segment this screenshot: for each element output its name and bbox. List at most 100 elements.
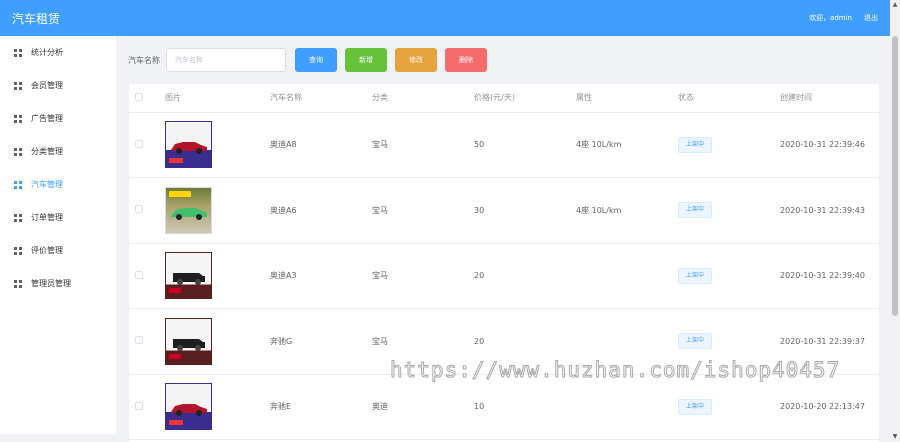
sidebar-item-label: 会员管理	[31, 81, 63, 90]
main-content: 汽车名称 查询 新增 修改 删除 图片 汽车名称 分类 价格(元/天) 属性	[116, 36, 890, 442]
table-row[interactable]: 奥迪A3 宝马 20 上架中 2020-10-31 22:39:40	[129, 243, 879, 309]
welcome-text: 欢迎，admin	[809, 14, 852, 22]
car-name: 奔驰E	[264, 374, 366, 440]
car-name-input[interactable]	[166, 48, 286, 72]
car-attributes: 4座 10L/km	[570, 112, 672, 178]
car-name: 奥迪A3	[264, 243, 366, 309]
sidebar-item-cars[interactable]: 汽车管理	[0, 168, 116, 201]
sidebar-item-categories[interactable]: 分类管理	[0, 135, 116, 168]
filter-label: 汽车名称	[128, 55, 160, 65]
car-category: 宝马	[366, 243, 468, 309]
car-price: 10	[468, 374, 570, 440]
scroll-down-icon[interactable]: ▼	[890, 432, 900, 442]
select-all-checkbox[interactable]	[135, 92, 143, 101]
search-button[interactable]: 查询	[295, 48, 337, 72]
status-badge: 上架中	[678, 267, 713, 284]
sidebar-item-reviews[interactable]: 评价管理	[0, 234, 116, 267]
column-header-category: 分类	[366, 84, 468, 113]
row-checkbox[interactable]	[135, 139, 143, 148]
car-image	[171, 404, 207, 417]
sidebar-item-label: 管理员管理	[31, 279, 71, 288]
scroll-up-icon[interactable]: ▲	[890, 0, 900, 10]
status-badge: 上架中	[678, 333, 713, 350]
sidebar-item-label: 广告管理	[31, 114, 63, 123]
grid-icon	[14, 48, 22, 57]
scrollbar-thumb[interactable]	[892, 36, 898, 316]
car-table: 图片 汽车名称 分类 价格(元/天) 属性 状态 创建时间 奥迪A8 宝马 50…	[129, 84, 879, 442]
car-name: 奥迪A6	[264, 177, 366, 244]
grid-icon	[14, 81, 22, 90]
column-header-status: 状态	[672, 84, 774, 113]
sidebar-item-members[interactable]: 会员管理	[0, 69, 116, 102]
car-attributes	[570, 374, 672, 440]
car-name: 奥迪A8	[264, 112, 366, 178]
car-image	[171, 207, 207, 220]
table-row[interactable]: 奔驰E 奥迪 10 上架中 2020-10-20 22:13:47	[129, 374, 879, 440]
select-all-cell[interactable]	[129, 84, 159, 113]
car-price: 50	[468, 112, 570, 178]
car-thumbnail	[165, 186, 212, 234]
app-header: 汽车租赁 欢迎，admin 退出	[0, 0, 890, 36]
header-user-area: 欢迎，admin 退出	[809, 13, 878, 23]
created-time: 2020-10-31 22:39:37	[774, 308, 879, 375]
row-checkbox[interactable]	[135, 401, 143, 410]
row-checkbox[interactable]	[135, 270, 143, 279]
add-button[interactable]: 新增	[345, 48, 387, 72]
sidebar-item-ads[interactable]: 广告管理	[0, 102, 116, 135]
sidebar-item-orders[interactable]: 订单管理	[0, 201, 116, 234]
sidebar-item-label: 汽车管理	[31, 180, 63, 189]
row-checkbox[interactable]	[135, 205, 143, 214]
created-time: 2020-10-31 22:39:40	[774, 243, 879, 309]
table-row[interactable]: 奥迪A8 宝马 50 4座 10L/km 上架中 2020-10-31 22:3…	[129, 112, 879, 178]
page-scrollbar[interactable]: ▲ ▼	[890, 0, 900, 442]
grid-icon	[14, 114, 22, 123]
column-header-attributes: 属性	[570, 84, 672, 113]
car-price: 20	[468, 308, 570, 375]
car-thumbnail	[165, 317, 212, 365]
car-image	[171, 142, 207, 155]
grid-icon	[14, 246, 22, 255]
sidebar: 统计分析 会员管理 广告管理 分类管理 汽车管理 订单管理 评价管理 管理员管理	[0, 36, 116, 434]
filter-toolbar: 汽车名称 查询 新增 修改 删除	[128, 48, 487, 72]
car-attributes	[570, 308, 672, 375]
created-time: 2020-10-31 22:39:46	[774, 112, 879, 178]
grid-icon	[14, 147, 22, 156]
status-badge: 上架中	[678, 202, 713, 219]
sidebar-item-label: 订单管理	[31, 213, 63, 222]
row-checkbox[interactable]	[135, 336, 143, 345]
grid-icon	[14, 180, 22, 189]
car-category: 宝马	[366, 177, 468, 244]
car-price: 30	[468, 177, 570, 244]
column-header-created: 创建时间	[774, 84, 879, 113]
table-header-row: 图片 汽车名称 分类 价格(元/天) 属性 状态 创建时间	[129, 84, 879, 113]
status-badge: 上架中	[678, 398, 713, 415]
sidebar-item-statistics[interactable]: 统计分析	[0, 36, 116, 69]
table-row[interactable]: 奥迪A6 宝马 30 4座 10L/km 上架中 2020-10-31 22:3…	[129, 177, 879, 244]
sidebar-item-admins[interactable]: 管理员管理	[0, 267, 116, 300]
table-row[interactable]: 奔驰G 宝马 20 上架中 2020-10-31 22:39:37	[129, 308, 879, 375]
car-category: 宝马	[366, 112, 468, 178]
column-header-name: 汽车名称	[264, 84, 366, 113]
sidebar-item-label: 评价管理	[31, 246, 63, 255]
delete-button[interactable]: 删除	[445, 48, 487, 72]
grid-icon	[14, 213, 22, 222]
created-time: 2020-10-31 22:39:43	[774, 177, 879, 244]
sidebar-item-label: 统计分析	[31, 48, 63, 57]
car-category: 宝马	[366, 308, 468, 375]
car-attributes	[570, 243, 672, 309]
status-badge: 上架中	[678, 136, 713, 153]
created-time: 2020-10-20 22:13:47	[774, 374, 879, 440]
car-category: 奥迪	[366, 374, 468, 440]
edit-button[interactable]: 修改	[395, 48, 437, 72]
grid-icon	[14, 279, 22, 288]
column-header-image: 图片	[159, 84, 264, 113]
car-image	[173, 338, 205, 351]
sidebar-item-label: 分类管理	[31, 147, 63, 156]
car-thumbnail	[165, 252, 212, 300]
car-price: 20	[468, 243, 570, 309]
app-title: 汽车租赁	[12, 11, 61, 26]
car-name: 奔驰G	[264, 308, 366, 375]
car-thumbnail	[165, 121, 212, 169]
logout-link[interactable]: 退出	[864, 13, 878, 23]
car-attributes: 4座 10L/km	[570, 177, 672, 244]
